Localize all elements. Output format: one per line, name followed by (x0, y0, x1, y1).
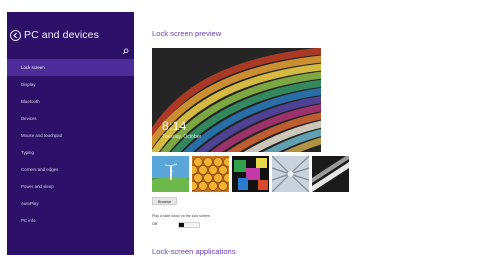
background-thumbnail-color-blocks[interactable] (232, 156, 269, 192)
preview-time: 8:14 (162, 119, 187, 133)
sidebar-item-typing[interactable]: Typing (7, 144, 134, 161)
lock-screen-applications-heading: Lock-screen applications (152, 247, 236, 256)
search-icon[interactable] (122, 42, 130, 60)
background-thumbnail-stripes[interactable] (312, 156, 349, 192)
sidebar-item-power-and-sleep[interactable]: Power and sleep (7, 178, 134, 195)
browse-button[interactable]: Browse (152, 197, 177, 205)
background-thumbnail-honeycomb[interactable] (192, 156, 229, 192)
slideshow-label: Play a slide show on the lock screen (152, 214, 210, 218)
settings-sidebar: PC and devices Lock screen Display Bluet… (7, 12, 134, 255)
sidebar-item-mouse-and-touchpad[interactable]: Mouse and touchpad (7, 127, 134, 144)
background-thumbnails (152, 156, 352, 192)
sidebar-item-devices[interactable]: Devices (7, 110, 134, 127)
sidebar-item-display[interactable]: Display (7, 76, 134, 93)
toggle-knob (179, 223, 184, 227)
background-thumbnail-tunnel[interactable] (272, 156, 309, 192)
back-arrow-icon[interactable] (10, 29, 21, 41)
sidebar-item-pc-info[interactable]: PC info (7, 212, 134, 229)
sidebar-item-autoplay[interactable]: AutoPlay (7, 195, 134, 212)
background-thumbnail-landscape[interactable] (152, 156, 189, 192)
sidebar-header: PC and devices (10, 26, 130, 44)
sidebar-item-lock-screen[interactable]: Lock screen (7, 59, 134, 76)
sidebar-nav: Lock screen Display Bluetooth Devices Mo… (7, 59, 134, 229)
slideshow-toggle[interactable] (178, 222, 200, 228)
sidebar-item-corners-and-edges[interactable]: Corners and edges (7, 161, 134, 178)
sidebar-item-bluetooth[interactable]: Bluetooth (7, 93, 134, 110)
sidebar-title: PC and devices (24, 29, 99, 41)
slideshow-state: Off (152, 221, 158, 226)
main-content: Lock screen preview 8:14 Tuesday, Octobe… (152, 0, 472, 257)
preview-date: Tuesday, October (162, 134, 202, 140)
lock-screen-preview-heading: Lock screen preview (152, 29, 222, 38)
lock-screen-preview-image: 8:14 Tuesday, October (152, 48, 321, 152)
